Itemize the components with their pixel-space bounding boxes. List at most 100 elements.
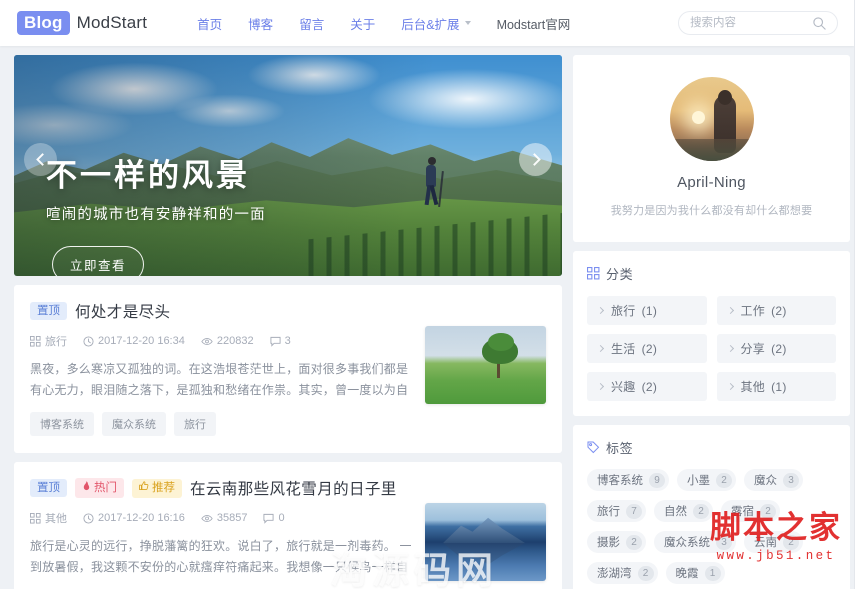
article-title[interactable]: 何处才是尽头: [75, 300, 170, 322]
article-tag[interactable]: 旅行: [174, 412, 216, 436]
nav-label: 留言: [299, 14, 324, 33]
main-nav: 首页 博客 留言 关于 后台&扩展 Modstart官网: [197, 14, 596, 33]
article-tag[interactable]: 魔众系统: [102, 412, 166, 436]
category-count: (1): [642, 304, 658, 318]
tag-pill[interactable]: 露宿 2: [721, 500, 780, 522]
tag-pill[interactable]: 自然 2: [654, 500, 713, 522]
category-item-travel[interactable]: 旅行 (1): [587, 296, 707, 325]
hero-cta-button[interactable]: 立即查看: [52, 246, 144, 276]
mountain-lake-photo: [425, 503, 546, 581]
meta-category[interactable]: 其他: [30, 510, 67, 526]
chevron-right-icon: [726, 345, 733, 352]
tag-count: 3: [783, 473, 799, 488]
tag-count: 9: [649, 473, 665, 488]
chevron-right-icon: [726, 307, 733, 314]
carousel-prev-button[interactable]: [24, 143, 57, 176]
nav-item-admin-extensions[interactable]: 后台&扩展: [401, 14, 470, 33]
tag-pill[interactable]: 博客系统 9: [587, 469, 669, 491]
tree-field-photo: [425, 326, 546, 404]
tag-name: 自然: [664, 503, 687, 519]
status-badge-top: 置顶: [30, 479, 67, 497]
carousel-next-button[interactable]: [519, 143, 552, 176]
clock-icon: [83, 336, 94, 347]
meta-views: 220832: [201, 335, 254, 347]
tag-name: 云南: [754, 534, 777, 550]
tag-name: 露宿: [731, 503, 754, 519]
nav-item-blog[interactable]: 博客: [248, 14, 273, 33]
status-badge-top: 置顶: [30, 302, 67, 320]
tag-pill[interactable]: 旅行 7: [587, 500, 646, 522]
tags-card: 标签 博客系统 9 小墨 2 魔众 3 旅: [573, 425, 850, 589]
categories-header: 分类: [573, 251, 850, 283]
chevron-right-icon: [726, 383, 733, 390]
nav-item-message[interactable]: 留言: [299, 14, 324, 33]
page-root: Blog ModStart 首页 博客 留言 关于 后台&扩展 Modstart…: [0, 0, 862, 589]
category-item-work[interactable]: 工作 (2): [717, 296, 837, 325]
category-item-share[interactable]: 分享 (2): [717, 334, 837, 363]
article-tag[interactable]: 博客系统: [30, 412, 94, 436]
tag-count: 7: [626, 504, 642, 519]
article-tag-list: 博客系统 魔众系统 旅行: [30, 412, 417, 440]
article-meta: 旅行 2017-12-20 16:34: [30, 333, 417, 349]
page-right-edge: [854, 0, 862, 589]
article-card[interactable]: 置顶 何处才是尽头: [14, 285, 562, 453]
category-count: (1): [771, 380, 787, 394]
tag-count: 2: [693, 504, 709, 519]
meta-views-value: 220832: [217, 335, 254, 347]
categories-title: 分类: [606, 264, 633, 283]
tag-pill[interactable]: 晚霞 1: [666, 562, 725, 584]
tags-header: 标签: [573, 425, 850, 457]
tag-name: 旅行: [597, 503, 620, 519]
tag-name: 博客系统: [597, 472, 643, 488]
chevron-right-icon: [528, 153, 541, 166]
meta-date-value: 2017-12-20 16:34: [98, 335, 185, 347]
category-count: (2): [642, 380, 658, 394]
tag-name: 魔众: [754, 472, 777, 488]
avatar[interactable]: [670, 77, 754, 161]
category-item-hobby[interactable]: 兴趣 (2): [587, 372, 707, 401]
chevron-right-icon: [597, 345, 604, 352]
tag-pill[interactable]: 澎湖湾 2: [587, 562, 658, 584]
meta-views-value: 35857: [217, 512, 248, 524]
tags-title: 标签: [606, 438, 633, 457]
nav-label: 关于: [350, 14, 375, 33]
tag-pill[interactable]: 魔众系统 3: [654, 531, 736, 553]
tag-pill[interactable]: 小墨 2: [677, 469, 736, 491]
category-item-life[interactable]: 生活 (2): [587, 334, 707, 363]
tag-pill[interactable]: 魔众 3: [744, 469, 803, 491]
eye-icon: [201, 513, 213, 524]
article-thumbnail[interactable]: [425, 326, 546, 404]
meta-category-value: 其他: [45, 510, 67, 526]
nav-label: 博客: [248, 14, 273, 33]
site-logo[interactable]: Blog ModStart: [17, 11, 147, 35]
article-excerpt: 旅行是心灵的远行，挣脱藩篱的狂欢。说白了，旅行就是一剂毒药。 一到放暑假，我这颗…: [30, 536, 417, 578]
article-card[interactable]: 置顶 热门: [14, 462, 562, 589]
chevron-right-icon: [597, 383, 604, 390]
content-area: 不一样的风景 喧闹的城市也有安静祥和的一面 立即查看 置顶 何: [0, 46, 854, 589]
chevron-down-icon: [465, 21, 471, 25]
profile-motto: 我努力是因为我什么都没有却什么都想要: [573, 202, 850, 218]
comment-icon: [263, 513, 274, 524]
category-item-other[interactable]: 其他 (1): [717, 372, 837, 401]
search-icon[interactable]: [812, 16, 827, 36]
article-meta: 其他 2017-12-20 16:16: [30, 510, 417, 526]
nav-item-home[interactable]: 首页: [197, 14, 222, 33]
article-excerpt: 黑夜，多么寒凉又孤独的词。在这浩垠苍茫世上，面对很多事我们都是有心无力，眼泪随之…: [30, 359, 417, 401]
nav-item-about[interactable]: 关于: [350, 14, 375, 33]
article-title[interactable]: 在云南那些风花雪月的日子里: [190, 477, 397, 499]
tag-name: 澎湖湾: [597, 565, 632, 581]
tag-count: 2: [760, 504, 776, 519]
grid-icon: [587, 267, 600, 280]
category-name: 兴趣: [611, 378, 636, 395]
search-input[interactable]: [679, 12, 799, 34]
hero-carousel[interactable]: 不一样的风景 喧闹的城市也有安静祥和的一面 立即查看: [14, 55, 562, 276]
tag-pill[interactable]: 摄影 2: [587, 531, 646, 553]
tag-name: 魔众系统: [664, 534, 710, 550]
article-thumbnail[interactable]: [425, 503, 546, 581]
nav-label: 首页: [197, 14, 222, 33]
nav-item-modstart-official[interactable]: Modstart官网: [497, 14, 571, 33]
article-title-row: 置顶 热门: [30, 477, 417, 499]
meta-category[interactable]: 旅行: [30, 333, 67, 349]
search-box[interactable]: [678, 11, 838, 35]
tag-pill[interactable]: 云南 2: [744, 531, 803, 553]
